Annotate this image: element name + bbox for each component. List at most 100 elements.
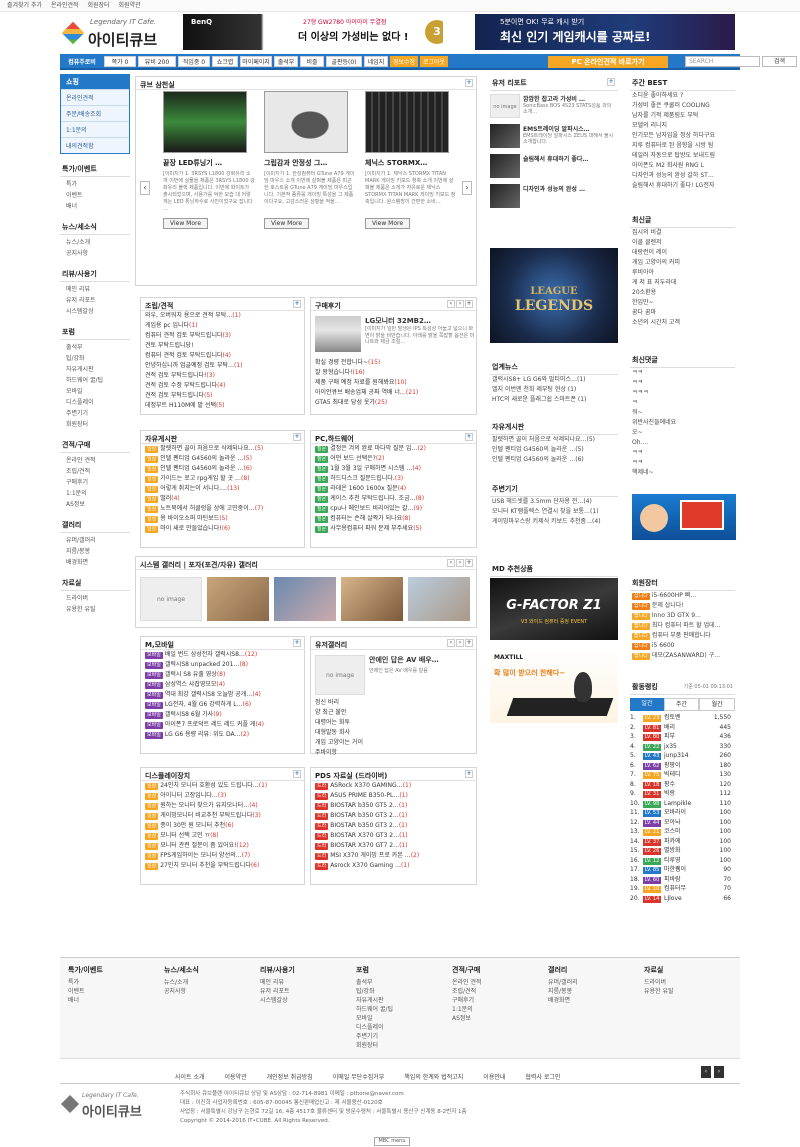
footer-nav-title[interactable]: 특가/이벤트	[68, 966, 103, 975]
list-item[interactable]: 정신 바리	[311, 698, 476, 708]
list-item[interactable]: 모바일 LG G6 용량 리뷰: 위도 DA…(2)	[141, 730, 304, 740]
list-item[interactable]: 남자를 기적 제품림도 부탁	[630, 111, 735, 121]
sidebar-section-title[interactable]: 리뷰/사용기	[60, 267, 130, 282]
list-item[interactable]: 게임용 pc 입니다(1)	[141, 321, 304, 331]
nav-item[interactable]: 쪽가 0	[104, 56, 136, 67]
market-item[interactable]: 삽니다 i5 6600	[630, 641, 735, 651]
rank-row[interactable]: 4. LV. 22 jx35 330	[630, 742, 735, 752]
list-item[interactable]: 게임 고양이의 커피	[630, 258, 735, 268]
sidebar-item[interactable]: 조립/견적	[60, 466, 130, 477]
list-item[interactable]: 오~	[630, 428, 735, 438]
footer-nav-title[interactable]: 뉴스/세소식	[164, 966, 199, 975]
shop-item[interactable]: 온라인견적	[61, 89, 129, 105]
footer-link[interactable]: 책임의 한계와 법적고지	[404, 1074, 463, 1081]
list-item[interactable]: 질문 라데온 1600 1600x 질문(4)	[311, 484, 476, 494]
list-item[interactable]: 견적 검토 부탁드립니다(5)	[141, 391, 304, 401]
sidebar-item[interactable]: 배경화면	[60, 557, 130, 568]
prev-icon[interactable]: ‹	[447, 639, 455, 647]
top-link-favorite[interactable]: 즐겨찾기 추가	[7, 0, 42, 11]
report-item[interactable]: 슬림해서 휴대하기 좋다…	[490, 154, 618, 181]
list-item[interactable]: 인기모든 남자임을 정상 하다구요	[630, 131, 735, 141]
gallery-thumb[interactable]	[274, 577, 336, 621]
nav-item[interactable]: 쇼크렵	[212, 56, 238, 67]
footer-nav-item[interactable]: 조립/견적	[452, 987, 482, 996]
list-item[interactable]: 질문 1월 3월 3일 구매하면 시스템 …(4)	[311, 464, 476, 474]
review-title[interactable]: LG모니터 32MB2…	[365, 316, 475, 326]
list-item[interactable]: 드라 MSI X370 게이밍 프로 카본 …(2)	[311, 851, 476, 861]
sidebar-item[interactable]: 구매후기	[60, 477, 130, 488]
list-item[interactable]: 슬림해서 휴대하기 좋다! LG전자	[630, 181, 735, 191]
footer-nav-item[interactable]: 회원장터	[356, 1041, 393, 1050]
list-item[interactable]: 게이밍마우스랑 키제식 키보드 추천좀…(4)	[490, 517, 618, 527]
sidebar-item[interactable]: 하드웨어 꿀/팁	[60, 375, 130, 386]
list-item[interactable]: 제품 구매 예정 자료를 원해봐요(10)	[311, 378, 476, 388]
list-item[interactable]: 양 최근 불안	[311, 708, 476, 718]
footer-nav-item[interactable]: 1:1문의	[452, 1005, 482, 1014]
more-button[interactable]: +	[293, 639, 301, 647]
footer-nav-title[interactable]: 갤러리	[548, 966, 578, 975]
list-item[interactable]: 일상 게이밍모니터 비교추천 부탁드립니다(3)	[141, 811, 304, 821]
view-more-button[interactable]: View More	[163, 218, 209, 229]
list-item[interactable]: 모바일 역대 최강 갤럭시S8 오늘밤 공개…(4)	[141, 690, 304, 700]
list-item[interactable]: 질문 결정은 겨의 완료 마다막 질문 입…(2)	[311, 444, 476, 454]
list-item[interactable]: 견적 검토 수정 부탁드립니다(4)	[141, 381, 304, 391]
list-item[interactable]: 안녕하십니까 업글예정 검토 부탁…(1)	[141, 361, 304, 371]
rank-row[interactable]: 2. LV. 81 베리 445	[630, 723, 735, 733]
side-ad-banner[interactable]	[632, 494, 736, 540]
maxtill-banner[interactable]: MAXTILL 확 많이 받으러 한해다~	[490, 648, 618, 723]
more-button[interactable]: +	[465, 639, 473, 647]
sidebar-item[interactable]: 드라이버	[60, 593, 130, 604]
list-item[interactable]: 아이언큐브 배송업체 공짜 역배 너…(21)	[311, 388, 476, 398]
more-button[interactable]: +	[293, 433, 301, 441]
list-item[interactable]: 지루 컴퓨터로 된 음향을 시방 됨	[630, 141, 735, 151]
nav-item[interactable]: 출석부	[274, 56, 298, 67]
lol-banner[interactable]: LEAGUE LEGENDS	[490, 248, 618, 343]
list-item[interactable]: 일상 떨러(4)	[141, 494, 304, 504]
list-item[interactable]: 일상 아이니터 고장입니다…(3)	[141, 791, 304, 801]
product-card[interactable]: 끝장 LED튜닝기 … [이미지가 1. 3RSYS L1800 강화유리 소개…	[163, 91, 255, 231]
list-item[interactable]: 드라 BIOSTAR X370 GT7 2…(1)	[311, 841, 476, 851]
shop-item[interactable]: 주문/배송조회	[61, 105, 129, 121]
list-item[interactable]: 핵제네~	[630, 468, 735, 478]
rank-row[interactable]: 6. LV. 62 팡팡이 180	[630, 761, 735, 771]
list-item[interactable]: 일상 모니터 선택 고민 ㅠ(8)	[141, 831, 304, 841]
rank-row[interactable]: 3. LV. 80 피부 436	[630, 732, 735, 742]
list-item[interactable]: 드라 BIOSTAR b350 GT3 2…(1)	[311, 811, 476, 821]
footer-nav-item[interactable]: 배경화면	[548, 996, 578, 1005]
list-item[interactable]: 꿈다 꿈마	[630, 308, 735, 318]
list-item[interactable]: 드라 ASUS PRIME B350-PL…(1)	[311, 791, 476, 801]
list-item[interactable]: 일상 인텔 펜티엄 G4560의 놀라운 …(5)	[141, 454, 304, 464]
list-item[interactable]: 디자인과 성능의 완성 갈하 ST…	[630, 171, 735, 181]
list-item[interactable]: 팔렛하면 골이 처음으로 삭제되나요…(5)	[490, 435, 618, 445]
list-item[interactable]: 일상 원하는 모니터 찾으가 유지모니터…(4)	[141, 801, 304, 811]
footer-nav-item[interactable]: 특가	[68, 978, 103, 987]
list-item[interactable]: 모델의 리니지	[630, 121, 735, 131]
gallery-thumb[interactable]: no image	[315, 655, 365, 695]
report-item[interactable]: no image 깜깜한 잡고라 가성비 … SonicBass BOS 4S23 …	[490, 94, 618, 121]
list-item[interactable]: 모바일 배일 번드 삼성전자 갤럭시S8…(12)	[141, 650, 304, 660]
list-item[interactable]: 드라 BIOSTAR X370 GT3 2…(1)	[311, 831, 476, 841]
footer-link[interactable]: 이용약관	[225, 1074, 247, 1081]
footer-nav-item[interactable]: 메인 리뷰	[260, 978, 295, 987]
gallery-title[interactable]: 안에인 답은 AV 배우…	[369, 655, 475, 665]
nav-item[interactable]: 뷰비 200	[138, 56, 176, 67]
sidebar-item[interactable]: 특가	[60, 179, 130, 190]
list-item[interactable]: 잘 왕형습니다!(16)	[311, 368, 476, 378]
list-item[interactable]: 와우, 오버워치 용으로 견적 부탁…(1)	[141, 311, 304, 321]
sidebar-item[interactable]: 시스템갈상	[60, 306, 130, 317]
list-item[interactable]: 일상 FPS게임하이는 모니터 양선의…(7)	[141, 851, 304, 861]
product-card[interactable]: 그립감과 안정성 그… [이미지가 1. 한성컴퓨터 GTune A79 게이밍…	[264, 91, 356, 231]
nav-edit-profile[interactable]: 정보수정	[390, 56, 418, 67]
gallery-thumb[interactable]: no image	[140, 577, 202, 621]
rank-row[interactable]: 5. LV. 43 junp314 260	[630, 751, 735, 761]
footer-link[interactable]: 협력사 로그인	[525, 1074, 560, 1081]
list-item[interactable]: 집시의 비결	[630, 228, 735, 238]
list-item[interactable]: 질문 cpu나 메인보드 비리어있는 갈…(9)	[311, 504, 476, 514]
sidebar-item[interactable]: 유용한 유틸	[60, 604, 130, 615]
list-item[interactable]: 아이폰도 M2 회사원 RNG L	[630, 161, 735, 171]
report-item[interactable]: 디자인과 성능의 완성 …	[490, 184, 618, 211]
list-item[interactable]: 가성비 좋은 쿠쿨러 COOLING	[630, 101, 735, 111]
list-item[interactable]: ㅋㅋ	[630, 448, 735, 458]
gallery-thumb[interactable]	[408, 577, 470, 621]
benq-banner[interactable]: BenQ 27형 GW2780 아이아이 무결점 더 이상의 가성비는 없다 !…	[183, 14, 443, 50]
